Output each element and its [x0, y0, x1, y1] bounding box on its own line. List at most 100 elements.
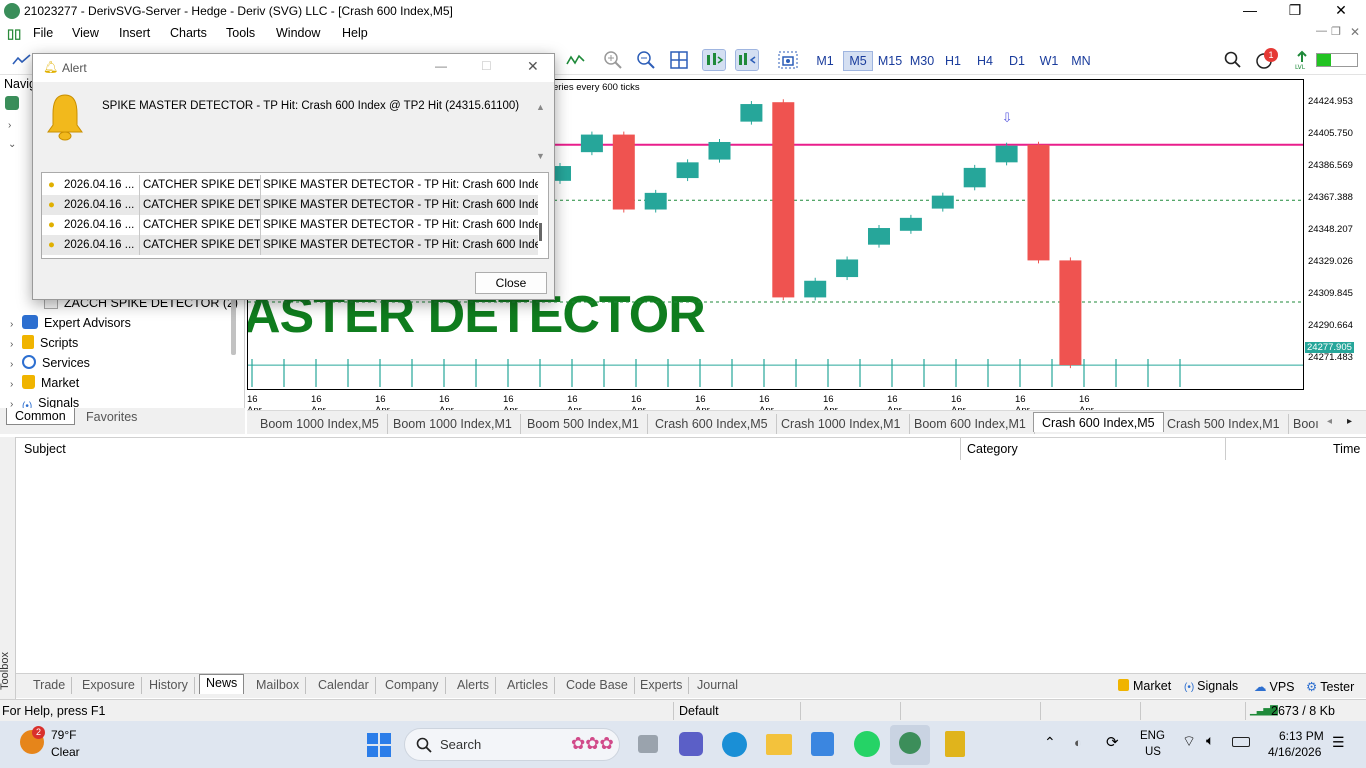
- file-explorer-icon[interactable]: [766, 734, 792, 755]
- maximize-button[interactable]: ❐: [1285, 2, 1305, 19]
- auto-scroll-button[interactable]: [702, 49, 726, 71]
- timeframe-h4[interactable]: H4: [973, 52, 997, 70]
- inner-minimize-icon[interactable]: —: [1316, 25, 1327, 37]
- chevron-right-icon[interactable]: ›: [10, 336, 22, 354]
- tab-common[interactable]: Common: [6, 408, 75, 425]
- taskbar-search-box[interactable]: Search ✿✿✿: [404, 728, 620, 761]
- menu-insert[interactable]: Insert: [119, 26, 150, 40]
- defender-icon[interactable]: ◐: [1074, 735, 1082, 750]
- chart-shift-button[interactable]: [735, 49, 759, 71]
- list-scrollbar[interactable]: [539, 223, 542, 241]
- chart-tab[interactable]: Crash 1000 Index,M1: [773, 414, 910, 434]
- start-windows-icon[interactable]: [367, 733, 391, 757]
- message-scroll-up-icon[interactable]: ▲: [536, 102, 545, 112]
- timeframe-m15[interactable]: M15: [876, 52, 904, 70]
- edge-icon[interactable]: [722, 732, 747, 757]
- signals-button[interactable]: (•) Signals: [1184, 679, 1238, 693]
- chart-tab[interactable]: Boom 600 Index,M1: [906, 414, 1035, 434]
- navigator-item-scripts[interactable]: › Scripts: [10, 334, 78, 352]
- tab-calendar[interactable]: Calendar: [312, 677, 376, 694]
- tab-news[interactable]: News: [199, 674, 245, 694]
- menu-charts[interactable]: Charts: [170, 26, 207, 40]
- column-divider[interactable]: [960, 438, 961, 460]
- tabs-scroll-left-icon[interactable]: ◂: [1327, 416, 1332, 427]
- status-profile[interactable]: Default: [679, 704, 719, 718]
- chart-tab[interactable]: Crash 500 Index,M1: [1159, 414, 1289, 434]
- alert-minimize-button[interactable]: —: [435, 59, 447, 73]
- task-view-icon[interactable]: [638, 735, 658, 753]
- timeframe-w1[interactable]: W1: [1037, 52, 1061, 70]
- column-divider[interactable]: [1225, 438, 1226, 460]
- chevron-right-icon[interactable]: ›: [10, 316, 22, 334]
- tree-expander[interactable]: ›: [8, 120, 11, 131]
- inner-restore-icon[interactable]: ❐: [1331, 25, 1341, 38]
- notification-center-icon[interactable]: ☰: [1332, 734, 1345, 751]
- menu-view[interactable]: View: [72, 26, 99, 40]
- menu-tools[interactable]: Tools: [226, 26, 255, 40]
- timeframe-d1[interactable]: D1: [1005, 52, 1029, 70]
- list-item[interactable]: ● 2026.04.16 ... CATCHER SPIKE DET... SP…: [42, 215, 538, 235]
- chart-tab[interactable]: Booı: [1285, 414, 1327, 434]
- tab-alerts[interactable]: Alerts: [451, 677, 496, 694]
- column-time[interactable]: Time: [1333, 442, 1360, 456]
- metatrader-alt-icon[interactable]: [945, 731, 965, 757]
- alert-close-button[interactable]: Close: [475, 272, 547, 294]
- chart-tab[interactable]: Boom 1000 Index,M5: [252, 414, 388, 434]
- language-code[interactable]: ENG: [1140, 730, 1165, 742]
- volume-icon[interactable]: 🔈︎: [1206, 732, 1214, 749]
- line-chart-icon[interactable]: [12, 52, 32, 68]
- screenshot-icon[interactable]: [777, 50, 799, 70]
- indicator-icon[interactable]: [566, 52, 586, 68]
- region-code[interactable]: US: [1145, 746, 1161, 758]
- navigator-item-market[interactable]: › Market: [10, 374, 79, 392]
- tab-journal[interactable]: Journal: [691, 677, 744, 694]
- tab-history[interactable]: History: [143, 677, 195, 694]
- tab-exposure[interactable]: Exposure: [76, 677, 142, 694]
- vps-button[interactable]: ☁ VPS: [1254, 679, 1295, 694]
- message-scroll-down-icon[interactable]: ▼: [536, 151, 545, 161]
- battery-icon[interactable]: [1232, 737, 1250, 747]
- chevron-right-icon[interactable]: ›: [10, 356, 22, 374]
- chart-tab-active[interactable]: Crash 600 Index,M5: [1033, 412, 1164, 432]
- zoom-in-icon[interactable]: [603, 50, 623, 70]
- timeframe-m30[interactable]: M30: [908, 52, 936, 70]
- chart-mode-icon[interactable]: ▯▯: [7, 26, 21, 42]
- list-item[interactable]: ● 2026.04.16 ... CATCHER SPIKE DET... SP…: [42, 235, 538, 255]
- timeframe-m1[interactable]: M1: [812, 52, 838, 70]
- timeframe-h1[interactable]: H1: [941, 52, 965, 70]
- teams-icon[interactable]: [679, 732, 703, 756]
- menu-window[interactable]: Window: [276, 26, 320, 40]
- minimize-button[interactable]: —: [1240, 2, 1260, 18]
- navigator-item-services[interactable]: › Services: [10, 354, 90, 372]
- column-subject[interactable]: Subject: [24, 442, 66, 456]
- zoom-out-icon[interactable]: [636, 50, 656, 70]
- sync-icon[interactable]: ⟳: [1106, 733, 1119, 751]
- tab-trade[interactable]: Trade: [27, 677, 73, 694]
- tab-experts[interactable]: Experts: [634, 677, 690, 694]
- tester-button[interactable]: ⚙ Tester: [1306, 679, 1354, 694]
- alert-close-icon[interactable]: ✕: [527, 58, 539, 75]
- tile-windows-icon[interactable]: [669, 50, 689, 70]
- list-item[interactable]: ● 2026.04.16 ... CATCHER SPIKE DET... SP…: [42, 175, 538, 195]
- clock-time[interactable]: 6:13 PM: [1279, 729, 1324, 743]
- market-button[interactable]: Market: [1118, 679, 1171, 693]
- weather-condition[interactable]: Clear: [51, 745, 80, 759]
- tab-articles[interactable]: Articles: [501, 677, 555, 694]
- tab-code-base[interactable]: Code Base: [560, 677, 635, 694]
- timeframe-m5[interactable]: M5: [843, 51, 873, 71]
- tab-favorites[interactable]: Favorites: [86, 410, 137, 424]
- menu-help[interactable]: Help: [342, 26, 368, 40]
- wifi-icon[interactable]: ⌔: [1182, 732, 1196, 751]
- chevron-up-icon[interactable]: ⌃: [1044, 734, 1056, 751]
- search-icon[interactable]: [1224, 51, 1242, 69]
- list-item[interactable]: ● 2026.04.16 ... CATCHER SPIKE DET... SP…: [42, 195, 538, 215]
- column-category[interactable]: Category: [967, 442, 1018, 456]
- chart-tab[interactable]: Boom 1000 Index,M1: [385, 414, 521, 434]
- chevron-right-icon[interactable]: ›: [10, 376, 22, 394]
- store-icon[interactable]: [811, 732, 834, 756]
- weather-temp[interactable]: 79°F: [51, 728, 76, 742]
- clock-date[interactable]: 4/16/2026: [1268, 745, 1321, 759]
- chart-tab[interactable]: Boom 500 Index,M1: [519, 414, 648, 434]
- tree-expander[interactable]: ⌄: [8, 139, 16, 150]
- navigator-item-expert-advisors[interactable]: › Expert Advisors: [10, 314, 131, 332]
